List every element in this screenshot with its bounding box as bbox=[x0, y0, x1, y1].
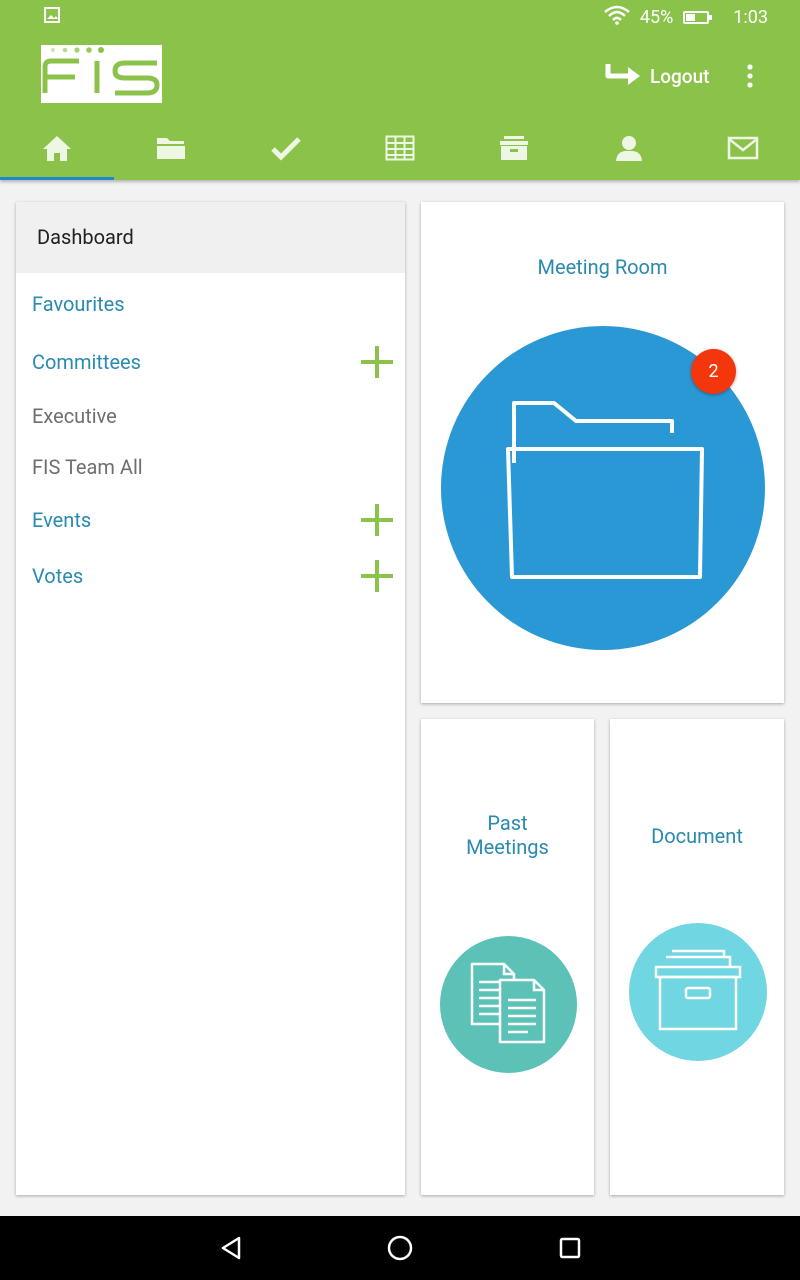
mail-icon bbox=[727, 135, 759, 165]
archive-box-icon bbox=[498, 134, 530, 166]
folder-icon bbox=[488, 391, 718, 585]
past-meetings-title-line1: Past bbox=[487, 811, 528, 835]
system-nav-bar bbox=[0, 1216, 800, 1280]
tab-profile[interactable] bbox=[571, 120, 685, 180]
sidebar-item-fis-team-all[interactable]: FIS Team All bbox=[32, 447, 395, 487]
tab-tasks[interactable] bbox=[229, 120, 343, 180]
person-icon bbox=[614, 134, 644, 166]
tab-archive[interactable] bbox=[457, 120, 571, 180]
sidebar-item-label: Votes bbox=[32, 564, 84, 588]
sidebar-item-executive[interactable]: Executive bbox=[32, 396, 395, 436]
overflow-menu-icon[interactable] bbox=[740, 62, 760, 92]
tab-calendar[interactable] bbox=[343, 120, 457, 180]
battery-icon bbox=[683, 11, 713, 24]
image-icon bbox=[44, 7, 60, 28]
sidebar-item-votes[interactable]: Votes bbox=[32, 556, 395, 596]
sidebar-item-label: Favourites bbox=[32, 292, 125, 316]
dashboard-sidebar: Dashboard Favourites Committees Executiv… bbox=[16, 202, 405, 1195]
meeting-room-title: Meeting Room bbox=[537, 255, 668, 279]
check-icon bbox=[270, 135, 302, 165]
sidebar-header: Dashboard bbox=[16, 202, 405, 273]
archive-box-icon bbox=[648, 945, 748, 1039]
home-circle-icon[interactable] bbox=[384, 1232, 416, 1264]
add-committee-icon[interactable] bbox=[361, 346, 393, 378]
fis-logo bbox=[41, 45, 162, 103]
sidebar-item-label: FIS Team All bbox=[32, 455, 143, 479]
past-meetings-title-line2: Meetings bbox=[466, 835, 549, 859]
status-time: 1:03 bbox=[733, 7, 768, 28]
past-meetings-tile[interactable]: Past Meetings bbox=[421, 719, 594, 1195]
sidebar-item-label: Events bbox=[32, 508, 92, 532]
tab-bar bbox=[0, 120, 800, 180]
back-icon[interactable] bbox=[215, 1232, 247, 1264]
document-button[interactable] bbox=[629, 923, 767, 1061]
logout-label: Logout bbox=[650, 65, 710, 88]
sidebar-item-label: Committees bbox=[32, 350, 141, 374]
sidebar-item-events[interactable]: Events bbox=[32, 500, 395, 540]
battery-percent: 45% bbox=[639, 7, 674, 28]
recents-icon[interactable] bbox=[554, 1232, 586, 1264]
home-icon bbox=[41, 134, 73, 166]
past-meetings-title: Past Meetings bbox=[421, 811, 594, 859]
meeting-room-badge: 2 bbox=[691, 349, 736, 394]
tab-messages[interactable] bbox=[686, 120, 800, 180]
grid-icon bbox=[385, 135, 415, 165]
meeting-room-tile[interactable]: Meeting Room bbox=[421, 202, 784, 703]
sidebar-item-committees[interactable]: Committees bbox=[32, 342, 395, 382]
past-meetings-button[interactable] bbox=[440, 936, 577, 1073]
logout-arrow-icon bbox=[604, 60, 642, 93]
add-event-icon[interactable] bbox=[361, 504, 393, 536]
sidebar-item-label: Executive bbox=[32, 404, 117, 428]
folder-icon bbox=[155, 135, 187, 165]
status-bar: 45% 1:03 bbox=[0, 0, 800, 32]
sidebar-item-favourites[interactable]: Favourites bbox=[32, 284, 395, 324]
document-tile[interactable]: Document bbox=[610, 719, 784, 1195]
logout-button[interactable]: Logout bbox=[604, 60, 710, 93]
documents-icon bbox=[464, 958, 554, 1052]
app-bar: Logout bbox=[0, 32, 800, 120]
add-vote-icon[interactable] bbox=[361, 560, 393, 592]
tab-home[interactable] bbox=[0, 120, 115, 180]
wifi-icon bbox=[604, 5, 630, 30]
tab-folders[interactable] bbox=[114, 120, 228, 180]
document-title: Document bbox=[651, 824, 743, 848]
